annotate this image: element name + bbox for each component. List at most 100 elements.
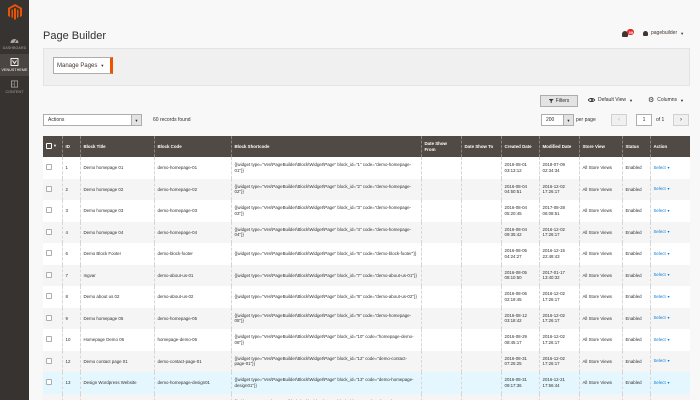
column-header[interactable]: Modified Date xyxy=(538,136,579,157)
table-row[interactable]: 1 Demo homepage 01 demo-homepage-01 {{widge… xyxy=(43,157,690,179)
row-checkbox[interactable] xyxy=(46,185,52,192)
select-all-checkbox[interactable]: ▼ xyxy=(46,142,57,149)
select-all-header[interactable]: ▼ xyxy=(43,136,62,157)
default-view-dropdown[interactable]: Default View ▼ xyxy=(588,97,633,103)
cell-shortcode: {{widget type="Ves\PageBuilder\Block\Wid… xyxy=(230,178,421,200)
row-action-select[interactable]: Select ▼ xyxy=(654,294,671,299)
cell-date-to xyxy=(460,372,501,394)
row-checkbox[interactable] xyxy=(46,207,52,213)
row-checkbox[interactable] xyxy=(46,250,52,256)
cell-created-date: 2016-08-12 03:18:42 xyxy=(500,307,539,329)
row-checkbox[interactable] xyxy=(46,357,52,364)
chevron-down-icon: ▼ xyxy=(628,97,633,103)
row-action-select[interactable]: Select ▼ xyxy=(654,165,671,170)
row-checkbox[interactable] xyxy=(46,379,52,385)
column-header[interactable]: Action xyxy=(649,136,690,157)
column-header[interactable]: Block Title xyxy=(79,136,154,157)
cell-status: Enabled xyxy=(621,329,650,351)
mass-actions-select[interactable]: Actions ▼ xyxy=(43,114,142,126)
cell-modified-date: 2016-12-02 17:26:17 xyxy=(538,329,579,351)
sidebar-item-dashboard[interactable]: DASHBOARD xyxy=(0,32,29,54)
row-checkbox[interactable] xyxy=(46,164,52,170)
records-found: 60 records found xyxy=(153,117,191,123)
notifications-button[interactable]: 39 xyxy=(622,29,636,39)
cell-date-to xyxy=(460,157,501,179)
magento-logo[interactable] xyxy=(0,0,29,24)
row-checkbox[interactable] xyxy=(46,336,52,342)
user-name: pagebuilder xyxy=(651,30,678,36)
cell-status: Enabled xyxy=(621,157,650,179)
cell-block-code: demo-homepage-02 xyxy=(153,178,231,200)
cell-date-from xyxy=(420,372,461,394)
column-header[interactable]: Date Show To xyxy=(460,136,501,157)
cell-store-view: All Store Views xyxy=(578,286,622,308)
column-header[interactable]: Store View xyxy=(578,136,622,157)
cell-block-code: demo-homepage-design01 xyxy=(153,372,231,394)
chevron-down-icon: ▼ xyxy=(665,273,671,277)
row-action-label: Select xyxy=(653,229,666,234)
manage-pages-button[interactable]: Manage Pages ▼ xyxy=(53,57,113,74)
row-action-select[interactable]: Select ▼ xyxy=(654,272,671,277)
columns-label: Columns xyxy=(657,97,678,103)
row-action-select[interactable]: Select ▼ xyxy=(654,380,671,385)
row-checkbox[interactable] xyxy=(46,293,52,299)
cell-shortcode: {{widget type="Ves\PageBuilder\Block\Wid… xyxy=(230,329,421,351)
user-icon xyxy=(643,30,648,36)
table-row[interactable]: 7 Ingvar demo-about-us-01 {{widget type="Ve… xyxy=(43,264,690,286)
row-action-cell: Select ▼ xyxy=(649,286,690,308)
column-header[interactable]: ID xyxy=(61,136,80,157)
cell-store-view: All Store Views xyxy=(578,264,622,286)
cell-status: Enabled xyxy=(621,307,650,329)
cell-date-from xyxy=(420,157,461,179)
row-action-select[interactable]: Select ▼ xyxy=(654,186,671,191)
column-header[interactable]: Status xyxy=(621,136,650,157)
row-action-select[interactable]: Select ▼ xyxy=(654,337,671,342)
row-checkbox[interactable] xyxy=(46,271,52,278)
column-header[interactable]: Date Show From xyxy=(420,136,461,157)
table-row[interactable]: 10 Homepage Demo 06 homepage-demo-06 {{widg… xyxy=(43,329,690,351)
column-header[interactable]: Block Shortcode xyxy=(230,136,421,157)
cell-created-date: 2016-08-29 08:45:17 xyxy=(500,329,539,351)
columns-dropdown[interactable]: ⚙ Columns ▼ xyxy=(648,97,684,104)
row-checkbox[interactable] xyxy=(46,228,52,235)
column-header[interactable]: Block Code xyxy=(153,136,231,157)
page-number-input[interactable]: 1 xyxy=(636,114,652,126)
table-row[interactable]: 12 Demo contact page 01 demo-contact-page-… xyxy=(43,350,690,372)
previous-page-button[interactable]: ‹ xyxy=(611,114,627,126)
row-action-select[interactable]: Select ▼ xyxy=(654,208,671,213)
table-row[interactable]: 9 Demo homepage 05 demo-homepage-05 {{widge… xyxy=(43,307,690,329)
user-menu[interactable]: pagebuilder ▼ xyxy=(643,30,684,36)
cell-date-to xyxy=(460,264,501,286)
table-row[interactable]: 6 Demo Block Footer demo-block-footer {{wid… xyxy=(43,243,690,265)
cell-status: Enabled xyxy=(621,221,650,243)
sidebar-item-label: VENUSTHEME xyxy=(1,68,28,72)
cell-shortcode: {{widget type="Ves\PageBuilder\Block\Wid… xyxy=(230,350,421,372)
row-action-select[interactable]: Select ▼ xyxy=(654,251,671,256)
table-row[interactable]: 2 Demo homepage 02 demo-homepage-02 {{widge… xyxy=(43,178,690,200)
cell-store-view: All Store Views xyxy=(578,200,622,222)
row-action-label: Select xyxy=(653,336,666,342)
cell-modified-date: 2017-08-28 06:08:51 xyxy=(538,200,579,222)
cell-modified-date: 2016-12-02 17:26:17 xyxy=(538,178,579,200)
row-action-label: Select xyxy=(653,379,666,385)
sidebar-item-content[interactable]: CONTENT xyxy=(0,76,29,98)
filters-button[interactable]: Filters xyxy=(540,95,578,107)
table-row[interactable]: 14Design Ecommerce Websitedemo-homepage-… xyxy=(43,393,690,400)
table-row[interactable]: 4 Demo homepage 04 demo-homepage-04 {{widge… xyxy=(43,221,690,243)
row-action-select[interactable]: Select ▼ xyxy=(654,358,671,363)
row-action-select[interactable]: Select ▼ xyxy=(654,229,671,234)
table-row[interactable]: 3 Demo homepage 03 demo-homepage-03 {{widge… xyxy=(43,200,690,222)
next-page-button[interactable]: › xyxy=(673,114,689,126)
per-page-select[interactable]: 200 ▼ xyxy=(541,114,574,126)
chevron-down-icon: ▼ xyxy=(680,30,685,36)
table-row[interactable]: 8 Demo about us 02 demo-about-us-02 {{widge… xyxy=(43,286,690,308)
cell-id: 2 xyxy=(61,178,80,200)
row-action-select[interactable]: Select ▼ xyxy=(654,315,671,320)
sidebar-item-venustheme[interactable]: VENUSTHEME xyxy=(0,54,29,76)
table-row[interactable]: 13 Design Wordpress Website demo-homepage-… xyxy=(43,372,690,394)
cell-block-code: demo-homepage-01 xyxy=(153,157,231,179)
column-header[interactable]: Created Date xyxy=(500,136,539,157)
default-view-label: Default View xyxy=(598,97,626,103)
row-checkbox[interactable] xyxy=(46,314,52,321)
chevron-down-icon: ▼ xyxy=(665,316,671,320)
